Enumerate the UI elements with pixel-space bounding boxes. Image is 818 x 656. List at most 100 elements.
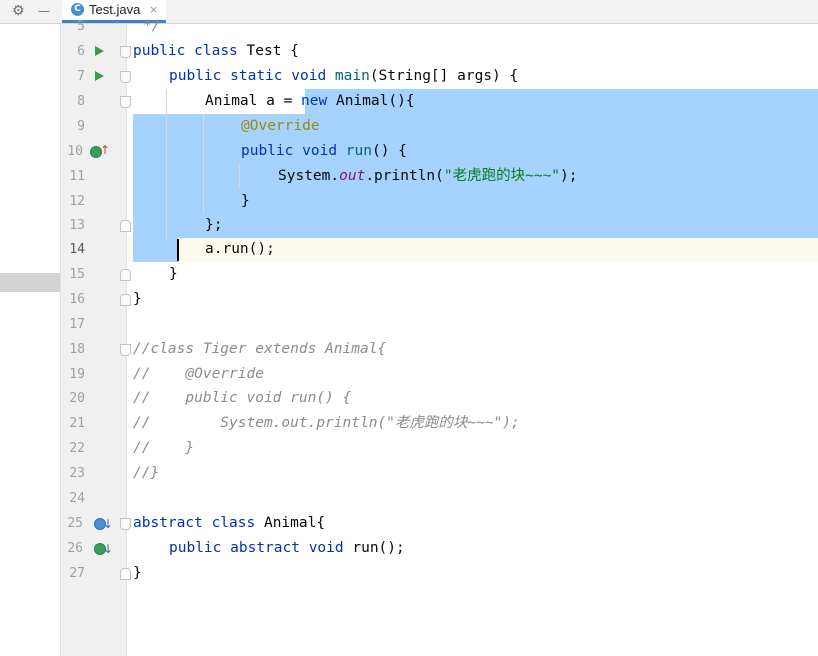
code-line[interactable]: 11 System.out.println("老虎跑的块~~~"); [0,164,818,189]
code-line[interactable]: 9 @Override [0,114,818,139]
keyword: public [169,540,222,556]
implement-arrow-icon[interactable]: ↓ [103,543,113,555]
method-name: main [334,68,370,84]
code-line[interactable]: 26 ↓ public abstract void run(); [0,536,818,561]
line-number: 16 [69,292,85,307]
line-number: 17 [69,317,85,332]
code-line[interactable]: 20 // public void run() { [0,386,818,411]
code-line[interactable]: 10 ↑ public void run() { [0,139,818,164]
keyword: public [169,68,222,84]
line-number: 26 [67,541,83,556]
line-number: 13 [69,218,85,233]
line-number: 22 [69,441,85,456]
code-token: } [133,565,142,581]
line-number: 23 [69,466,85,481]
code-line[interactable]: 23 //} [0,461,818,486]
line-number: 19 [69,367,85,382]
static-field: out [339,168,366,184]
line-number: 21 [69,416,85,431]
code-line[interactable]: 18 //class Tiger extends Animal{ [0,337,818,362]
code-line[interactable]: 27 } [0,561,818,586]
code-line[interactable]: 8 Animal a = new Animal(){ [0,89,818,114]
line-number: 24 [69,491,85,506]
fold-icon[interactable] [120,344,131,356]
code-line[interactable]: 15 } [0,262,818,287]
line-number: 8 [77,94,85,109]
fold-icon[interactable] [120,568,131,580]
code-token: System. [278,168,340,184]
code-line[interactable]: 19 // @Override [0,362,818,387]
fold-icon[interactable] [120,518,131,530]
line-number: 7 [77,69,85,84]
comment: // @Override [133,366,264,382]
line-number: 25 [67,516,83,531]
code-token: Test { [237,43,299,59]
code-line[interactable]: 5 */ [0,14,818,39]
code-token: Animal a = [205,93,302,109]
keyword: public [241,143,294,159]
fold-icon[interactable] [120,96,131,108]
code-token: } [241,193,250,209]
comment: // } [133,440,195,456]
text-cursor [177,239,179,261]
line-number: 9 [77,119,85,134]
fold-icon[interactable] [120,46,131,58]
code-token: (String[] args) { [369,68,519,84]
comment: //} [133,465,160,481]
keyword: abstract [133,515,203,531]
code-token: () { [371,143,407,159]
code-line[interactable]: 12 } [0,189,818,214]
code-line[interactable]: 21 // System.out.println("老虎跑的块~~~"); [0,411,818,436]
override-arrow-icon[interactable]: ↑ [100,144,110,156]
keyword: void [302,143,338,159]
code-token: .println( [365,168,444,184]
line-number: 10 [67,144,83,159]
implement-arrow-icon[interactable]: ↓ [103,518,113,530]
line-number: 15 [69,267,85,282]
comment: // public void run() { [133,390,352,406]
code-line[interactable]: 13 }; [0,213,818,238]
code-line[interactable]: 17 [0,312,818,337]
code-line[interactable]: 6 public class Test { [0,39,818,64]
code-token: }; [205,217,223,233]
comment: //class Tiger extends Animal{ [133,341,387,357]
line-number: 5 [77,19,85,34]
keyword: void [308,540,344,556]
comment: */ [143,18,161,34]
fold-icon[interactable] [120,294,131,306]
line-number: 14 [69,242,85,257]
code-line[interactable]: 7 public static void main(String[] args)… [0,64,818,89]
fold-icon[interactable] [120,220,131,232]
code-line[interactable]: 24 [0,486,818,511]
code-line[interactable]: 16 } [0,287,818,312]
code-token: a.run(); [205,241,275,257]
code-token: } [169,266,178,282]
run-icon[interactable] [95,46,104,56]
code-line[interactable]: 25 ↓ abstract class Animal{ [0,511,818,536]
fold-icon[interactable] [120,269,131,281]
code-line[interactable]: 22 // } [0,436,818,461]
code-line-current[interactable]: 14 a.run(); [0,237,818,262]
keyword: public [133,43,186,59]
keyword: class [194,43,238,59]
fold-icon[interactable] [120,71,131,83]
code-token: Animal{ [255,515,326,531]
method-name: run [345,143,372,159]
line-number: 27 [69,566,85,581]
line-number: 18 [69,342,85,357]
keyword: class [211,515,256,531]
code-token: ); [560,168,578,184]
code-token: run(); [343,540,405,556]
line-number: 6 [77,44,85,59]
run-icon[interactable] [95,71,104,81]
keyword: void [291,68,327,84]
code-token: } [133,291,142,307]
